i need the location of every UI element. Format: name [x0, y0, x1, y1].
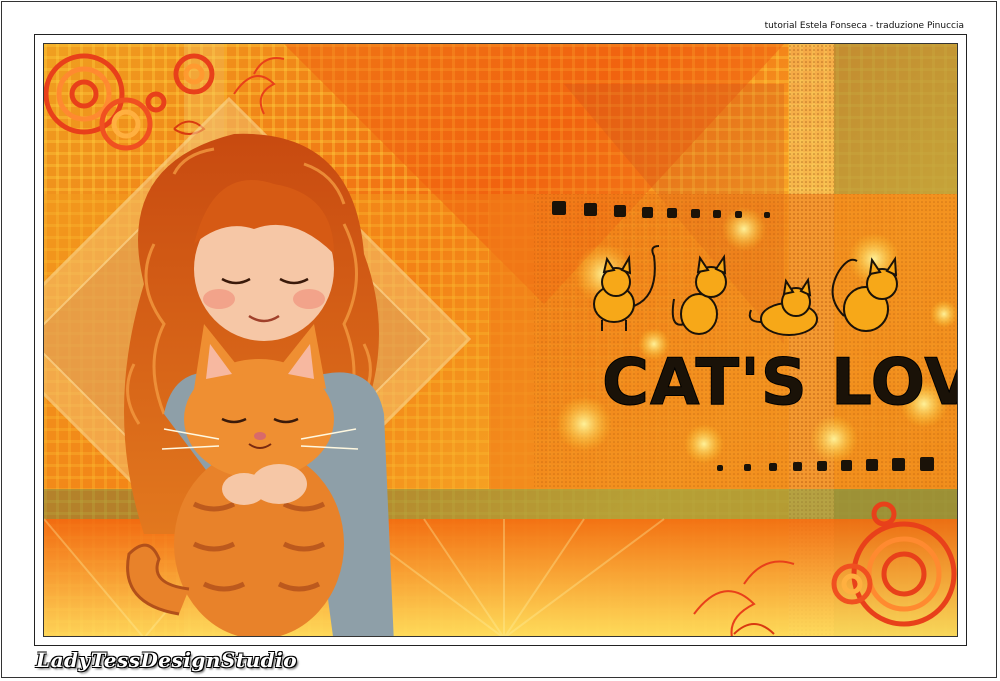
title-panel — [489, 194, 957, 489]
title-text: CAT'S LOVER — [602, 346, 958, 420]
artwork-canvas: CAT'S LOVER — [44, 44, 958, 636]
tutorial-credit: tutorial Estela Fonseca - traduzione Pin… — [764, 21, 964, 31]
artist-signature: LadyTessDesignStudio — [36, 648, 298, 672]
artwork: CAT'S LOVER — [43, 43, 958, 637]
